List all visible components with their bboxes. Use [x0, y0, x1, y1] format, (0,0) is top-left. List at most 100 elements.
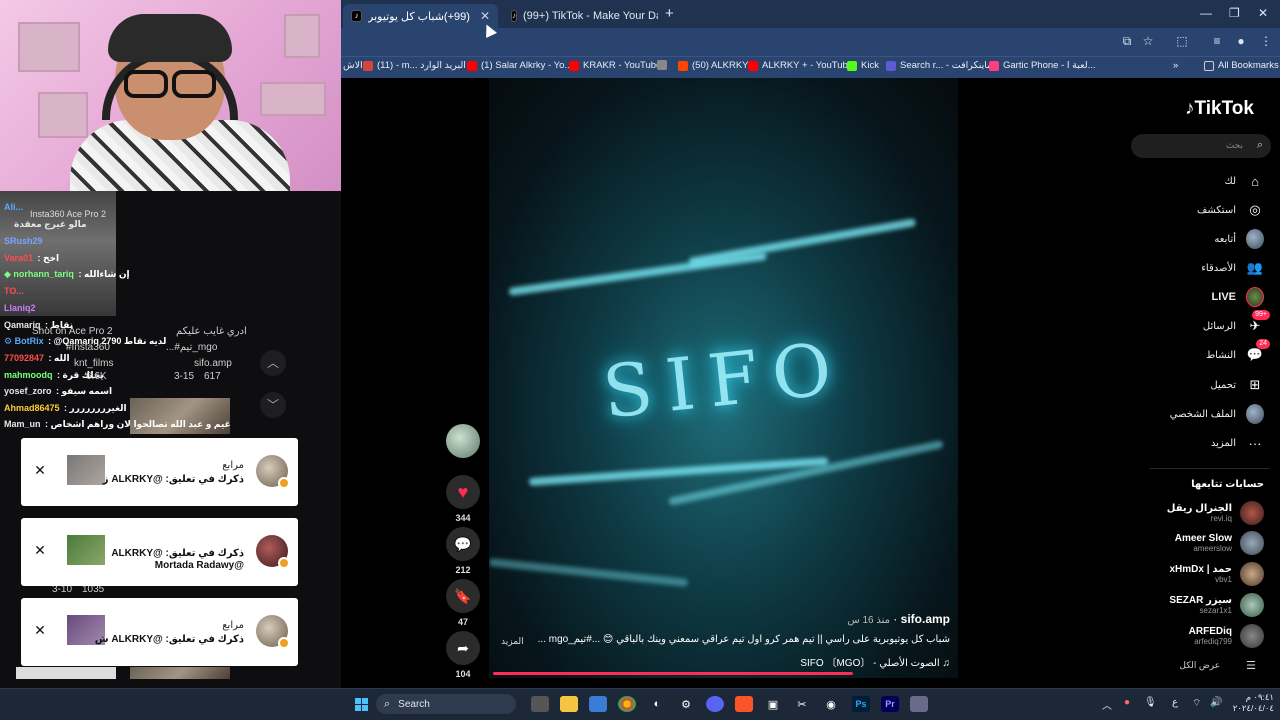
nav-upload[interactable]: تحميل ⊞	[1210, 376, 1264, 394]
share-icon[interactable]: ➦	[446, 631, 480, 665]
bookmark-item[interactable]: Search r... - ماينكرافت	[886, 60, 992, 71]
notification-card[interactable]: ✕ مرابع ذكرك في تعليق: @ALKRKY ز	[21, 438, 298, 506]
close-icon[interactable]: ✕	[33, 623, 47, 637]
bookmark-item[interactable]: KRAKR - YouTube	[569, 60, 661, 71]
bookmark-label: Search r... - ماينكرافت	[900, 60, 993, 71]
obs-icon[interactable]: ◐	[648, 696, 666, 712]
nav-for-you[interactable]: لك ⌂	[1225, 172, 1264, 190]
close-tab-icon[interactable]: ✕	[480, 9, 490, 23]
settings-icon[interactable]: ⚙	[677, 696, 695, 712]
following-account[interactable]: الجنرال ريقل revi.iq	[1167, 501, 1264, 525]
following-account[interactable]: Ameer Slow ameerslow	[1175, 531, 1264, 555]
maximize-button[interactable]: ❐	[1229, 6, 1240, 20]
bookmark-icon	[657, 60, 667, 70]
premiere-icon[interactable]: Pr	[881, 696, 899, 712]
bookmark-item[interactable]	[657, 60, 671, 70]
nav-profile[interactable]: الملف الشخصي	[1170, 404, 1264, 424]
notification-card[interactable]: ✕ ذكرك في تعليق: @ALKRKY @Mortada Radawy	[21, 518, 298, 586]
tray-overflow-icon[interactable]: ︿	[1102, 697, 1112, 712]
wall-plaque	[260, 82, 326, 116]
tab-tiktok[interactable]: ♪ (99+) TikTok - Make Your Day ✕	[503, 4, 658, 28]
avatar[interactable]	[446, 424, 480, 458]
comment-icon[interactable]: 💬	[446, 527, 480, 561]
chat-username: Mam_un	[4, 419, 41, 429]
nav-explore[interactable]: استكشف ◎	[1197, 201, 1264, 219]
install-app-icon[interactable]: ⧉	[1120, 34, 1134, 48]
bookmarks-overflow-button[interactable]: »	[1173, 60, 1178, 71]
photoshop-icon[interactable]: Ps	[852, 696, 870, 712]
tray-app-icon[interactable]: ●	[1124, 697, 1130, 708]
taskbar-clock[interactable]: ٠٩:٤١ م ٢٠٢٤/٠٤/٠٤	[1230, 692, 1274, 714]
bookmark-label: الاش	[343, 60, 363, 71]
network-icon[interactable]: ⌔	[1192, 697, 1201, 710]
notification-card[interactable]: ✕ مرابع ذكرك في تعليق: @ALKRKY ش	[21, 598, 298, 666]
nav-more[interactable]: المزيد ···	[1211, 434, 1264, 452]
file-explorer-icon[interactable]	[560, 696, 578, 712]
following-account[interactable]: SEZAR سيزر sezar1x1	[1169, 593, 1264, 617]
video-music[interactable]: ♫ الصوت الأصلي - SIFO 〔MGO〕	[800, 654, 950, 669]
bookmark-item[interactable]: Kick	[847, 60, 879, 71]
search-icon[interactable]: ⌕	[1257, 139, 1263, 152]
share-button[interactable]: ➦ 104	[446, 631, 480, 679]
bookmark-item[interactable]: Gartic Phone - لعبة ا...	[989, 60, 1096, 71]
volume-icon[interactable]: 🔊	[1210, 697, 1222, 708]
language-indicator[interactable]: ع	[1172, 697, 1178, 708]
video-player[interactable]: SIFO sifo.amp · منذ 16 س شباب كل يوتيوبر…	[489, 78, 958, 678]
microphone-icon[interactable]: 🎙	[1144, 697, 1157, 708]
capcut-icon[interactable]: ✂	[793, 696, 811, 712]
creator-avatar-button[interactable]	[446, 424, 480, 458]
store-icon[interactable]	[589, 696, 607, 712]
nav-live[interactable]: LIVE	[1212, 287, 1264, 307]
prev-video-button[interactable]: ︿	[260, 350, 286, 376]
menu-icon[interactable]: ⋮	[1259, 34, 1273, 48]
close-icon[interactable]: ✕	[33, 543, 47, 557]
profile-avatar[interactable]: ●	[1234, 34, 1248, 48]
media-controls-icon[interactable]: ≡	[1210, 34, 1224, 48]
all-bookmarks-button[interactable]: All Bookmarks	[1204, 60, 1279, 71]
nav-label: الأصدقاء	[1201, 262, 1236, 274]
bookmark-item[interactable]: الاش	[343, 60, 363, 71]
bookmark-item[interactable]: (11) - m... البريد الوارد	[363, 60, 466, 71]
tiktok-logo[interactable]: ♪TikTok	[1185, 98, 1254, 120]
caption-more-button[interactable]: المزيد	[501, 636, 524, 647]
bookmark-star-icon[interactable]: ☆	[1141, 34, 1155, 48]
nav-following[interactable]: أتابعه	[1214, 229, 1264, 249]
following-account[interactable]: xHmDx | حمد vbv1	[1170, 562, 1264, 586]
taskbar-search[interactable]: ⌕ Search	[376, 694, 516, 714]
discord-icon[interactable]	[706, 696, 724, 712]
app-icon[interactable]	[910, 696, 928, 712]
nav-messages[interactable]: الرسائل ✈ 99+	[1203, 310, 1270, 335]
new-tab-button[interactable]: +	[665, 5, 674, 22]
minimize-button[interactable]: —	[1200, 6, 1212, 20]
nav-friends[interactable]: الأصدقاء 👥	[1201, 259, 1264, 277]
like-count: 344	[455, 513, 471, 523]
video-author[interactable]: sifo.amp · منذ 16 س	[847, 612, 950, 626]
steam-icon[interactable]: ◉	[822, 696, 840, 712]
nav-activity[interactable]: النشاط 💬 24	[1206, 339, 1270, 364]
close-window-button[interactable]: ✕	[1258, 6, 1268, 20]
extensions-icon[interactable]: ⬚	[1175, 34, 1189, 48]
see-all-link[interactable]: ☰ عرض الكل	[1179, 659, 1256, 672]
tab-video[interactable]: ♪ (99+)شباب كل يوتيوبرية على راس ✕	[343, 4, 498, 28]
task-view-icon[interactable]	[531, 696, 549, 712]
account-name: ARFEDiq	[1188, 626, 1232, 637]
like-button[interactable]: ♥ 344	[446, 475, 480, 523]
search-input[interactable]: بحث ⌕	[1131, 134, 1271, 158]
video-progress-bar[interactable]	[493, 672, 853, 675]
windows-start-icon[interactable]	[352, 696, 370, 712]
app-icon[interactable]: ▣	[764, 696, 782, 712]
heart-icon[interactable]: ♥	[446, 475, 480, 509]
author-name[interactable]: sifo.amp	[901, 612, 950, 626]
bookmark-button[interactable]: 🔖 47	[446, 579, 480, 627]
bookmark-item[interactable]: (1) Salar Alkrky - Yo...	[467, 60, 572, 71]
bookmark-item[interactable]: (50) ALKRKY	[678, 60, 749, 71]
following-account[interactable]: ARFEDiq arfediq799	[1189, 624, 1264, 648]
music-title: الصوت الأصلي - SIFO 〔MGO〕	[800, 658, 940, 669]
next-video-button[interactable]: ﹀	[260, 392, 286, 418]
brave-icon[interactable]	[735, 696, 753, 712]
chrome-icon[interactable]	[618, 696, 636, 712]
bookmark-item[interactable]: ALKRKY + - YouTube	[748, 60, 853, 71]
bookmark-icon[interactable]: 🔖	[446, 579, 480, 613]
close-icon[interactable]: ✕	[33, 463, 47, 477]
comment-button[interactable]: 💬 212	[446, 527, 480, 575]
